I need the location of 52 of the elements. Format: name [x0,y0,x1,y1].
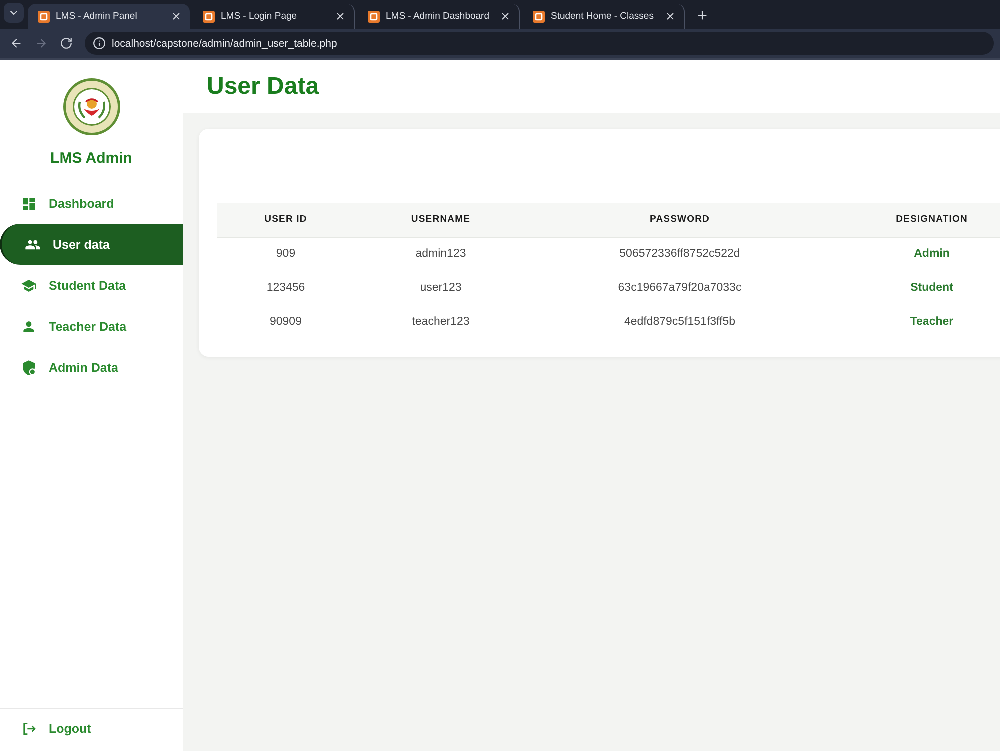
url-text: localhost/capstone/admin/admin_user_table.php [112,38,338,50]
close-icon [500,11,510,22]
column-header: DESIGNATION [833,203,1000,237]
logout-icon [21,721,37,737]
table-cell-text: 123456 [266,281,306,296]
designation-label: Student [910,281,954,296]
brand-title: LMS Admin [50,150,134,167]
table-cell: admin123 [355,237,527,271]
sidebar-item[interactable]: Student Data [0,265,183,306]
column-header: USERNAME [355,203,527,237]
designation-label: Teacher [909,315,955,330]
column-header: PASSWORD [527,203,833,237]
favicon-icon [203,10,215,22]
reload-button[interactable] [58,36,74,52]
shield-icon [21,360,37,376]
column-header: USER ID [217,203,355,237]
favicon-icon [38,10,50,22]
table-cell-text: 63c19667a79f20a7033c [617,281,743,296]
sidebar-item[interactable]: Dashboard [0,183,183,224]
favicon-icon [533,10,545,22]
sidebar-item[interactable]: User data [0,224,183,265]
person-icon [21,318,37,334]
plus-icon [696,8,708,22]
logout-link[interactable]: Logout [0,721,92,737]
tab-title: Student Home - Classes [551,11,655,22]
table-cell: 909 [217,237,355,271]
favicon-icon [368,10,380,22]
designation-label: Admin [833,237,1000,271]
reload-icon [60,37,72,50]
tab-title: LMS - Login Page [221,11,298,22]
tab-title: LMS - Admin Dashboard [386,11,490,22]
info-icon[interactable] [93,37,106,50]
tab-title: LMS - Admin Panel [56,11,138,22]
page-title: User Data [207,72,320,100]
table-cell-text: teacher123 [411,315,471,330]
close-icon [334,11,346,22]
sidebar-item[interactable]: Teacher Data [0,306,183,347]
sidebar-item[interactable]: Admin Data [0,347,183,388]
school-seal-icon [62,78,120,136]
graduation-cap-icon [21,278,37,294]
close-icon [170,11,182,22]
address-bar[interactable]: localhost/capstone/admin/admin_user_table.php [85,32,994,55]
back-arrow-icon [10,37,22,50]
table-cell-text: 4edfd879c5f151f3ff5b [623,315,737,330]
table-cell-text: 90909 [269,315,303,330]
forward-arrow-icon [34,37,48,50]
tab-list-button[interactable] [4,2,24,22]
table-cell: 506572336ff8752c522d [527,237,833,271]
browser-tab[interactable]: LMS - Admin Panel [28,4,190,29]
close-icon [664,11,676,22]
table-cell-text: user123 [419,281,463,296]
dashboard-icon [21,196,37,212]
